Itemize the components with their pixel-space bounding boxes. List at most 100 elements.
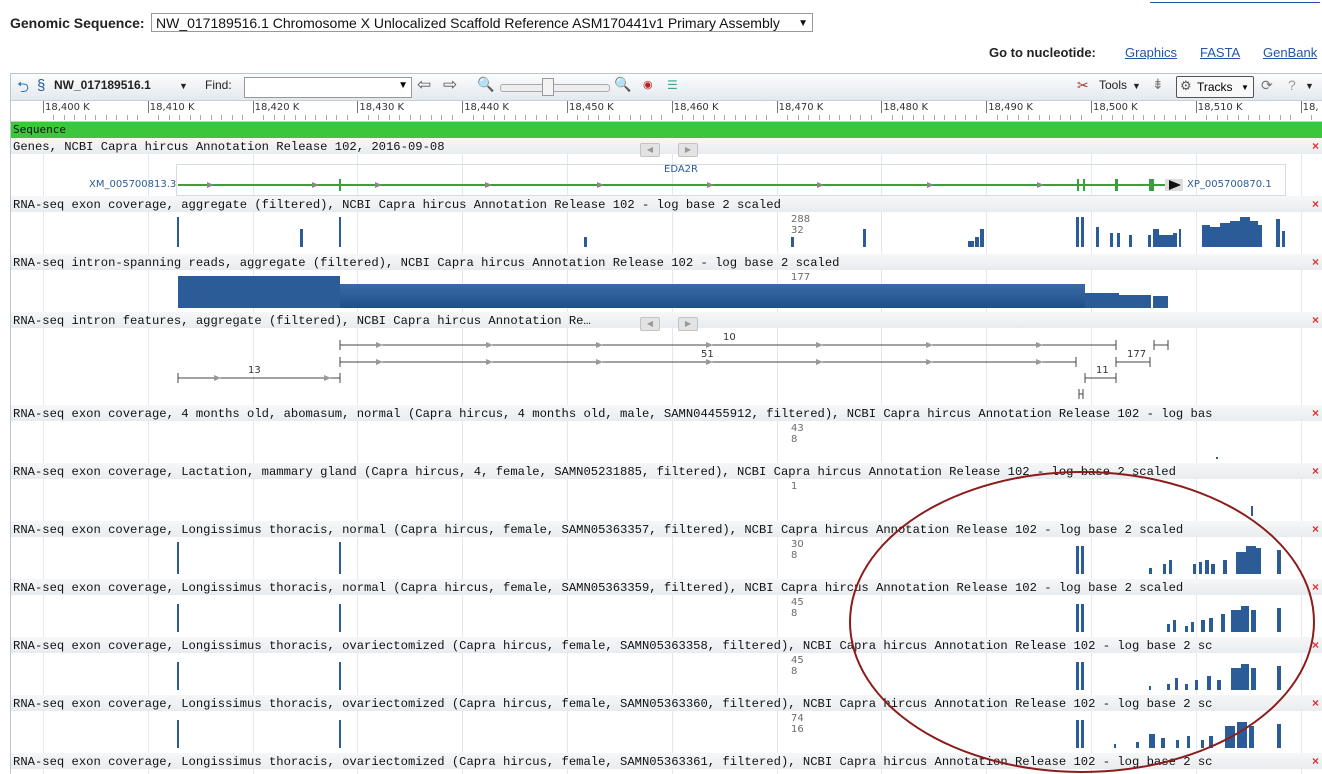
close-icon[interactable]: × xyxy=(1312,638,1319,652)
coverage-bar[interactable] xyxy=(1231,610,1241,632)
coverage-bar[interactable] xyxy=(1081,662,1084,690)
coverage-bar[interactable] xyxy=(1076,604,1079,632)
coverage-bar[interactable] xyxy=(1149,568,1152,574)
close-icon[interactable]: × xyxy=(1312,522,1319,536)
coverage-bar[interactable] xyxy=(1076,217,1079,247)
close-icon[interactable]: × xyxy=(1312,197,1319,211)
coverage-bar[interactable] xyxy=(1209,618,1213,632)
intron-features-svg[interactable] xyxy=(11,332,1322,402)
genes-next-button[interactable]: ▶ xyxy=(678,143,698,157)
close-icon[interactable]: × xyxy=(1312,255,1319,269)
coverage-bar[interactable] xyxy=(1221,614,1225,632)
coverage-bar[interactable] xyxy=(1237,722,1247,748)
coverage-bar[interactable] xyxy=(1205,560,1209,574)
link-genbank[interactable]: GenBank xyxy=(1263,45,1317,60)
coverage-bar[interactable] xyxy=(1173,233,1177,247)
coverage-bar[interactable] xyxy=(177,662,179,690)
coverage-bar[interactable] xyxy=(1175,678,1178,690)
coverage-bar[interactable] xyxy=(339,542,341,574)
coverage-bar[interactable] xyxy=(1167,684,1170,690)
coverage-bar[interactable] xyxy=(1076,720,1079,748)
coverage-bar[interactable] xyxy=(1149,686,1151,690)
coverage-bar[interactable] xyxy=(1246,546,1256,574)
coverage-bar[interactable] xyxy=(1217,680,1221,690)
coverage-bar[interactable] xyxy=(1176,740,1179,748)
link-fasta[interactable]: FASTA xyxy=(1200,45,1240,60)
coverage-bar[interactable] xyxy=(1241,606,1249,632)
coverage-bar[interactable] xyxy=(1193,564,1196,574)
coverage-bar[interactable] xyxy=(177,542,179,574)
coverage-bar[interactable] xyxy=(1081,546,1084,574)
coverage-bar[interactable] xyxy=(339,662,341,690)
coverage-bar[interactable] xyxy=(1220,223,1230,247)
coverage-bar[interactable] xyxy=(1216,457,1218,459)
intron-span[interactable] xyxy=(340,284,1085,308)
coverage-bar[interactable] xyxy=(1240,217,1250,247)
intron-prev-button[interactable]: ◀ xyxy=(640,317,660,331)
coverage-bar[interactable] xyxy=(1231,668,1241,690)
coverage-bar[interactable] xyxy=(1149,734,1155,748)
close-icon[interactable]: × xyxy=(1312,754,1319,768)
coverage-bar[interactable] xyxy=(177,217,179,247)
coverage-bar[interactable] xyxy=(1207,676,1211,690)
coverage-bar[interactable] xyxy=(1129,235,1132,247)
coverage-bar[interactable] xyxy=(1256,548,1261,574)
coverage-bar[interactable] xyxy=(1236,552,1246,574)
close-icon[interactable]: × xyxy=(1312,696,1319,710)
coverage-bar[interactable] xyxy=(1223,560,1227,574)
coverage-bar[interactable] xyxy=(1110,233,1113,247)
coverage-bar[interactable] xyxy=(1161,738,1165,748)
coverage-bar[interactable] xyxy=(1173,620,1176,632)
coverage-bar[interactable] xyxy=(863,229,866,247)
coverage-bar[interactable] xyxy=(1136,742,1139,748)
close-icon[interactable]: × xyxy=(1312,313,1319,327)
coverage-bar[interactable] xyxy=(339,604,341,632)
gene-model-svg[interactable] xyxy=(11,174,1322,194)
coverage-bar[interactable] xyxy=(1277,724,1281,748)
intron-next-button[interactable]: ▶ xyxy=(678,317,698,331)
coverage-bar[interactable] xyxy=(1201,620,1205,632)
coverage-bar[interactable] xyxy=(1148,235,1151,247)
coverage-bar[interactable] xyxy=(1276,219,1280,247)
coverage-bar[interactable] xyxy=(1117,233,1120,247)
close-icon[interactable]: × xyxy=(1312,406,1319,420)
coverage-bar[interactable] xyxy=(1277,608,1281,632)
coverage-bar[interactable] xyxy=(1081,217,1084,247)
coverage-bar[interactable] xyxy=(1081,604,1084,632)
coverage-bar[interactable] xyxy=(177,604,179,632)
close-icon[interactable]: × xyxy=(1312,139,1319,153)
coverage-bar[interactable] xyxy=(1076,662,1079,690)
coverage-bar[interactable] xyxy=(1195,680,1198,690)
coverage-bar[interactable] xyxy=(1230,221,1240,247)
coverage-bar[interactable] xyxy=(1251,668,1256,690)
coverage-bar[interactable] xyxy=(1241,664,1249,690)
coverage-bar[interactable] xyxy=(1251,506,1253,516)
coverage-bar[interactable] xyxy=(300,229,303,247)
coverage-bar[interactable] xyxy=(1282,231,1285,247)
coverage-bar[interactable] xyxy=(980,229,984,247)
coverage-bar[interactable] xyxy=(1249,726,1254,748)
coverage-bar[interactable] xyxy=(1167,624,1170,632)
coverage-bar[interactable] xyxy=(1202,225,1210,247)
coverage-bar[interactable] xyxy=(1185,684,1188,690)
coverage-bar[interactable] xyxy=(1225,726,1235,748)
intron-span[interactable] xyxy=(1153,296,1168,308)
coverage-bar[interactable] xyxy=(1179,229,1181,247)
coverage-bar[interactable] xyxy=(339,720,341,748)
coverage-bar[interactable] xyxy=(1209,736,1213,748)
coverage-bar[interactable] xyxy=(177,720,179,748)
coverage-bar[interactable] xyxy=(1251,610,1256,632)
coverage-bar[interactable] xyxy=(584,237,587,247)
coverage-bar[interactable] xyxy=(1076,546,1079,574)
coverage-bar[interactable] xyxy=(1277,550,1281,574)
coverage-bar[interactable] xyxy=(975,237,979,247)
coverage-bar[interactable] xyxy=(1250,221,1258,247)
coverage-bar[interactable] xyxy=(1199,562,1202,574)
coverage-bar[interactable] xyxy=(1191,622,1194,632)
coverage-bar[interactable] xyxy=(1201,740,1204,748)
coverage-bar[interactable] xyxy=(1114,744,1116,748)
coverage-bar[interactable] xyxy=(1277,666,1281,690)
coverage-bar[interactable] xyxy=(968,241,974,247)
coverage-bar[interactable] xyxy=(1210,227,1220,247)
coverage-bar[interactable] xyxy=(1169,560,1172,574)
